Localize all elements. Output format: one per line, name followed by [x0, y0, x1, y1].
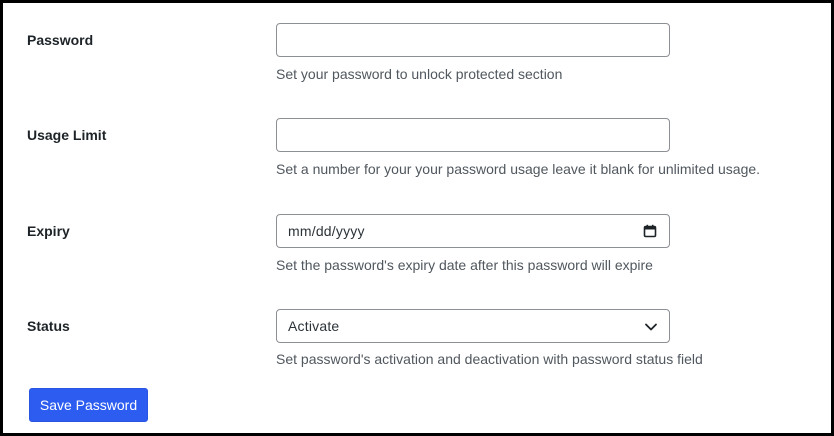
usage-limit-help-text: Set a number for your your password usag…: [276, 161, 761, 177]
expiry-label: Expiry: [27, 223, 70, 239]
expiry-help-text: Set the password's expiry date after thi…: [276, 257, 653, 273]
expiry-date-placeholder: mm/dd/yyyy: [288, 223, 365, 239]
status-label: Status: [27, 318, 70, 334]
password-label: Password: [27, 32, 94, 48]
calendar-icon[interactable]: [643, 224, 657, 238]
usage-limit-input[interactable]: [277, 119, 669, 151]
status-help-text: Set password's activation and deactivati…: [276, 351, 703, 367]
password-help-text: Set your password to unlock protected se…: [276, 66, 563, 82]
usage-limit-label: Usage Limit: [27, 127, 107, 143]
settings-panel: Password Set your password to unlock pro…: [0, 0, 834, 436]
save-password-button[interactable]: Save Password: [29, 388, 148, 422]
status-selected-value: Activate: [288, 318, 340, 334]
status-select[interactable]: Activate: [276, 309, 670, 343]
usage-limit-field[interactable]: [276, 118, 670, 152]
expiry-date-input[interactable]: mm/dd/yyyy: [276, 214, 670, 248]
password-input[interactable]: [277, 24, 669, 56]
password-field[interactable]: [276, 23, 670, 57]
chevron-down-icon: [645, 323, 657, 331]
